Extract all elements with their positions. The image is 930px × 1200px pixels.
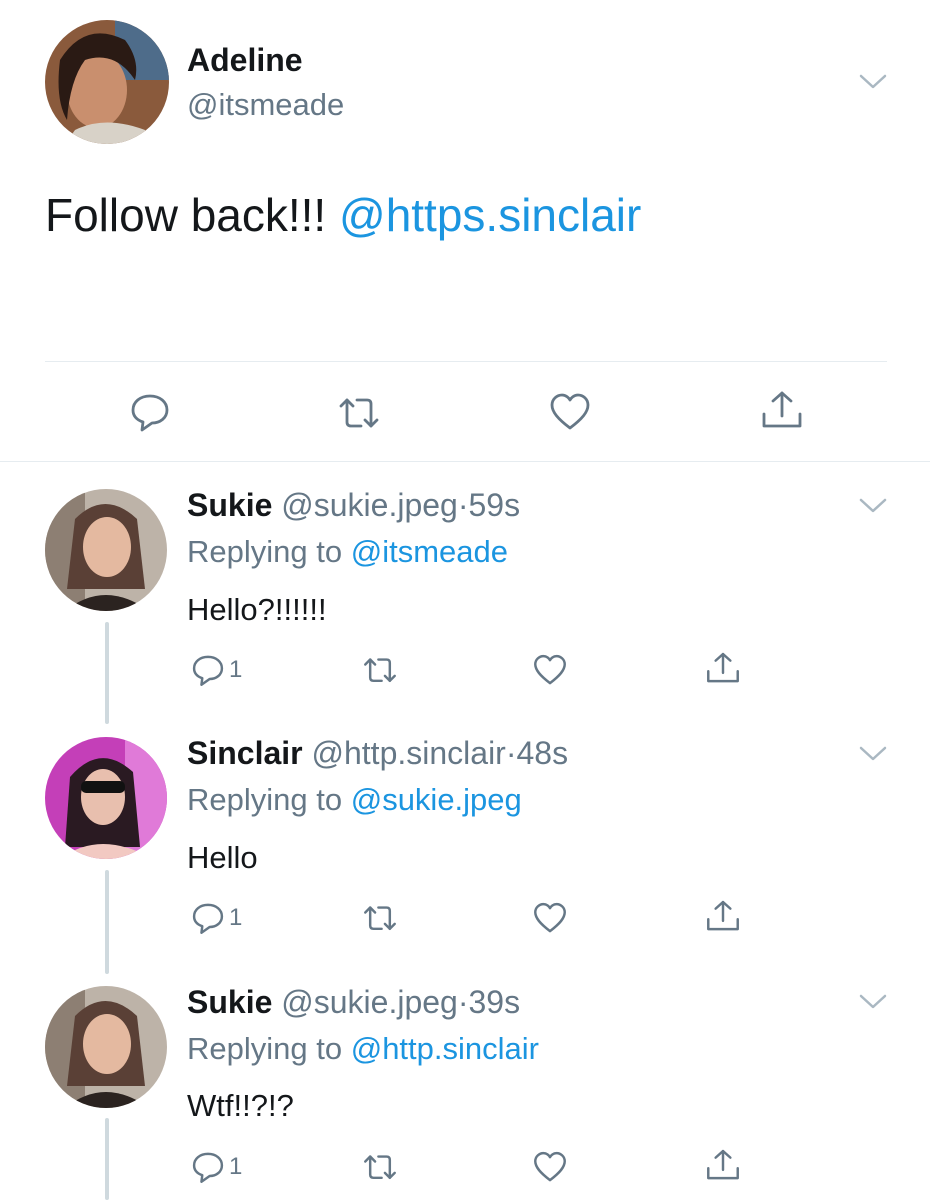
- avatar-sukie[interactable]: [45, 986, 167, 1108]
- thread-line: [105, 870, 109, 974]
- reply-handle[interactable]: @sukie.jpeg: [281, 487, 458, 523]
- reply-text: Wtf!!?!?: [187, 1088, 294, 1123]
- main-tweet-body: Follow back!!!: [45, 189, 327, 241]
- reply-display-name[interactable]: Sukie: [187, 487, 272, 523]
- mention-link[interactable]: @https.sinclair: [339, 189, 641, 241]
- reply-header: Sukie @sukie.jpeg·59s: [187, 487, 520, 524]
- separator: ·: [505, 735, 517, 771]
- reply-handle[interactable]: @http.sinclair: [312, 735, 506, 771]
- retweet-icon[interactable]: [335, 392, 383, 436]
- main-display-name[interactable]: Adeline: [187, 42, 303, 79]
- reply-header: Sinclair @http.sinclair·48s: [187, 735, 568, 772]
- replying-prefix: Replying to: [187, 782, 343, 817]
- chevron-down-icon[interactable]: [858, 496, 888, 516]
- reply-count: 1: [229, 1153, 243, 1180]
- replying-prefix: Replying to: [187, 1031, 343, 1066]
- replying-to: Replying to @itsmeade: [187, 534, 508, 570]
- reply-icon[interactable]: [190, 652, 226, 688]
- chevron-down-icon[interactable]: [858, 744, 888, 764]
- avatar-sukie[interactable]: [45, 489, 167, 611]
- retweet-icon[interactable]: [360, 901, 400, 937]
- chevron-down-icon[interactable]: [858, 72, 888, 92]
- reply-time[interactable]: 48s: [516, 735, 568, 771]
- replying-to-link[interactable]: @sukie.jpeg: [351, 782, 522, 817]
- reply-time[interactable]: 59s: [469, 487, 521, 523]
- like-icon[interactable]: [548, 390, 592, 434]
- replying-to-link[interactable]: @itsmeade: [351, 534, 508, 569]
- stats-divider: [45, 361, 887, 362]
- replying-to-link[interactable]: @http.sinclair: [351, 1031, 539, 1066]
- separator: ·: [457, 487, 469, 523]
- reply-time[interactable]: 39s: [469, 984, 521, 1020]
- separator: ·: [457, 984, 469, 1020]
- reply-count: 1: [229, 656, 243, 683]
- share-icon[interactable]: [705, 1147, 741, 1183]
- reply-icon[interactable]: [190, 900, 226, 936]
- retweet-icon[interactable]: [360, 1150, 400, 1186]
- retweet-icon[interactable]: [360, 653, 400, 689]
- main-handle[interactable]: @itsmeade: [187, 87, 344, 123]
- share-icon[interactable]: [705, 650, 741, 686]
- replying-to: Replying to @sukie.jpeg: [187, 782, 522, 818]
- avatar-sinclair[interactable]: [45, 737, 167, 859]
- reply-text: Hello?!!!!!!: [187, 592, 327, 627]
- like-icon[interactable]: [532, 900, 568, 936]
- thread-line: [105, 1118, 109, 1200]
- main-tweet-text: Follow back!!! @https.sinclair: [45, 188, 641, 242]
- thread-line: [105, 622, 109, 724]
- like-icon[interactable]: [532, 652, 568, 688]
- reply-icon[interactable]: [190, 1149, 226, 1185]
- reply-header: Sukie @sukie.jpeg·39s: [187, 984, 520, 1021]
- reply-display-name[interactable]: Sinclair: [187, 735, 303, 771]
- reply-count: 1: [229, 904, 243, 931]
- chevron-down-icon[interactable]: [858, 992, 888, 1012]
- avatar-adeline[interactable]: [45, 20, 169, 144]
- reply-handle[interactable]: @sukie.jpeg: [281, 984, 458, 1020]
- reply-icon[interactable]: [128, 390, 172, 434]
- reply-display-name[interactable]: Sukie: [187, 984, 272, 1020]
- replying-to: Replying to @http.sinclair: [187, 1031, 539, 1067]
- share-icon[interactable]: [760, 388, 804, 432]
- like-icon[interactable]: [532, 1149, 568, 1185]
- reply-text: Hello: [187, 840, 258, 875]
- section-divider: [0, 461, 930, 462]
- share-icon[interactable]: [705, 898, 741, 934]
- replying-prefix: Replying to: [187, 534, 343, 569]
